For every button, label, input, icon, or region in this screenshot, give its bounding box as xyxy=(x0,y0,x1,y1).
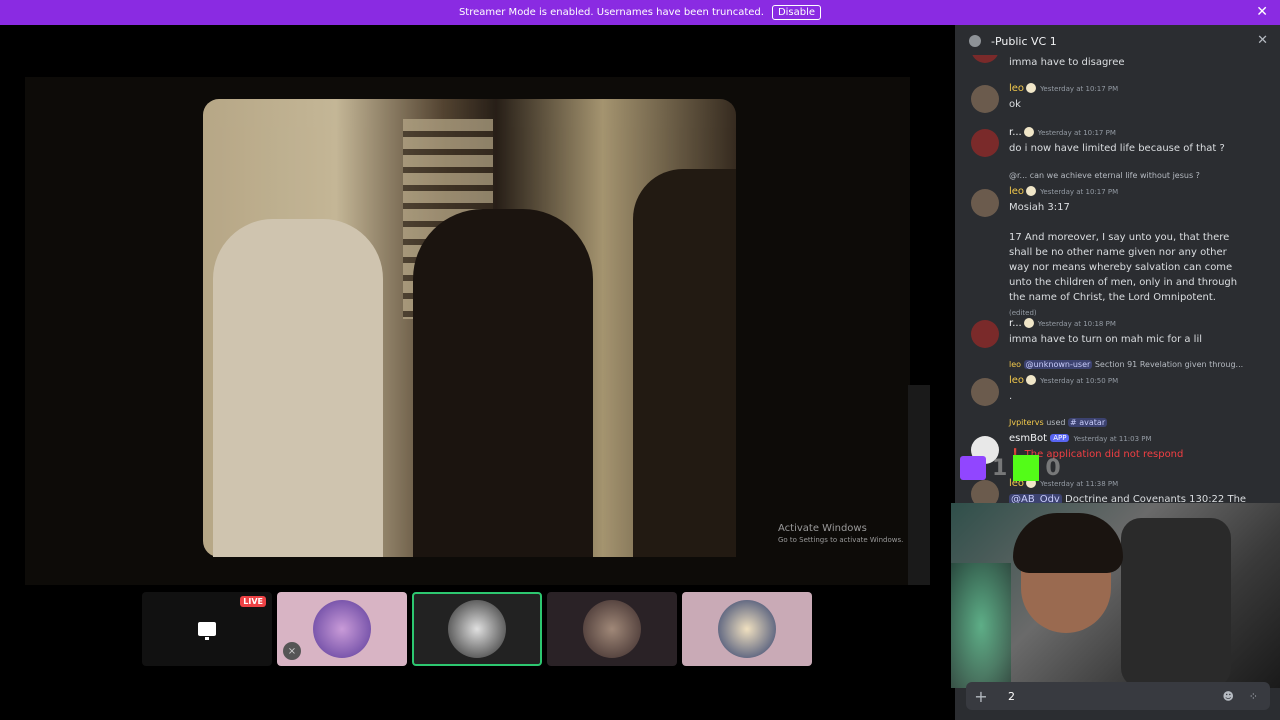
tile-screen-share[interactable]: LIVE xyxy=(142,592,272,666)
stream-overlay: 1 0 xyxy=(960,455,1061,481)
badge-icon xyxy=(1026,83,1037,93)
timestamp: Yesterday at 10:17 PM xyxy=(1040,188,1119,196)
avatar[interactable] xyxy=(971,129,999,157)
timestamp: Yesterday at 10:18 PM xyxy=(1037,320,1116,328)
timestamp: Yesterday at 10:50 PM xyxy=(1040,377,1119,385)
mic-muted-icon: ⨯ xyxy=(283,642,301,660)
message-input-bar[interactable]: + 2 ☻ ⁘ xyxy=(966,682,1270,710)
streamer-mode-banner: Streamer Mode is enabled. Usernames have… xyxy=(0,0,1280,25)
message-text: imma have to turn on mah mic for a lil xyxy=(1009,334,1202,345)
kick-icon xyxy=(1013,455,1040,481)
reply-preview[interactable]: leo @unknown-user Section 91 Revelation … xyxy=(1009,360,1243,369)
username-text[interactable]: leo xyxy=(1009,186,1024,197)
reply-mention[interactable]: @unknown-user xyxy=(1023,360,1093,369)
username[interactable]: leo Yesterday at 10:17 PM xyxy=(1009,83,1118,94)
timestamp: Yesterday at 11:03 PM xyxy=(1073,435,1152,443)
username[interactable]: leo Yesterday at 10:50 PM xyxy=(1009,375,1118,386)
scripture-text: 17 And moreover, I say unto you, that th… xyxy=(1009,232,1238,303)
username[interactable]: esmBot APP Yesterday at 11:03 PM xyxy=(1009,433,1152,444)
username[interactable]: r... Yesterday at 10:18 PM xyxy=(1009,318,1116,329)
reply-text: can we achieve eternal life without jesu… xyxy=(1029,171,1200,180)
avatar[interactable] xyxy=(971,320,999,348)
banner-close-icon[interactable]: ✕ xyxy=(1256,4,1268,20)
participant-tiles: LIVE ⨯ xyxy=(142,592,812,666)
apps-icon[interactable]: ⁘ xyxy=(1249,690,1258,703)
avatar[interactable] xyxy=(971,189,999,217)
reply-username[interactable]: Jvpitervs xyxy=(1009,418,1044,427)
username[interactable]: r... Yesterday at 10:17 PM xyxy=(1009,127,1116,138)
message-text: imma have to disagree xyxy=(1009,57,1125,68)
screen-share-video[interactable] xyxy=(25,77,910,585)
live-badge: LIVE xyxy=(240,596,266,607)
timestamp: Yesterday at 10:17 PM xyxy=(1037,129,1116,137)
led-light xyxy=(951,563,1011,688)
activate-title: Activate Windows xyxy=(778,523,867,534)
timestamp: Yesterday at 10:17 PM xyxy=(1040,85,1119,93)
avatar xyxy=(448,600,506,658)
emoji-icon[interactable]: ☻ xyxy=(1223,690,1234,703)
timestamp: Yesterday at 11:38 PM xyxy=(1040,480,1119,488)
username-text[interactable]: r... xyxy=(1009,127,1022,138)
tile-participant[interactable] xyxy=(682,592,812,666)
chat-header: -Public VC 1 ✕ xyxy=(955,25,1280,57)
avatar[interactable] xyxy=(971,85,999,113)
badge-icon xyxy=(1026,375,1037,385)
twitch-icon xyxy=(960,456,986,480)
username-text[interactable]: r... xyxy=(1009,318,1022,329)
username-text[interactable]: leo xyxy=(1009,375,1024,386)
twitch-count: 1 xyxy=(992,455,1008,481)
app-badge: APP xyxy=(1050,434,1070,442)
badge-icon xyxy=(1023,127,1034,137)
edited-label: (edited) xyxy=(1009,309,1037,317)
avatar xyxy=(313,600,371,658)
activate-windows-watermark: Activate Windows Go to Settings to activ… xyxy=(778,523,903,544)
username-text[interactable]: leo xyxy=(1009,83,1024,94)
film-person xyxy=(633,169,736,557)
channel-title: -Public VC 1 xyxy=(991,34,1057,48)
gaming-chair xyxy=(1121,518,1231,688)
avatar xyxy=(583,600,641,658)
message-text: Mosiah 3:17 xyxy=(1009,202,1070,213)
message-text: . xyxy=(1009,391,1013,402)
monitor-icon xyxy=(198,622,216,640)
kick-count: 0 xyxy=(1045,455,1061,481)
thread-icon xyxy=(969,35,981,47)
webcam-overlay xyxy=(951,503,1280,688)
message-text: do i now have limited life because of th… xyxy=(1009,143,1225,154)
close-chat-icon[interactable]: ✕ xyxy=(1257,33,1268,48)
command-used-label: used xyxy=(1046,418,1066,427)
film-person xyxy=(413,209,593,557)
tile-participant[interactable]: ⨯ xyxy=(277,592,407,666)
username-text[interactable]: esmBot xyxy=(1009,433,1047,444)
film-frame xyxy=(203,99,736,557)
command-name[interactable]: # avatar xyxy=(1068,418,1108,427)
reply-username[interactable]: @r... xyxy=(1009,171,1027,180)
message-text-scripture: 17 And moreover, I say unto you, that th… xyxy=(1009,230,1244,321)
username[interactable]: leo Yesterday at 10:17 PM xyxy=(1009,186,1118,197)
disable-button[interactable]: Disable xyxy=(771,5,822,20)
command-preview[interactable]: Jvpitervs used # avatar xyxy=(1009,418,1108,427)
avatar xyxy=(971,55,999,63)
avatar xyxy=(718,600,776,658)
add-attachment-icon[interactable]: + xyxy=(966,687,996,706)
avatar[interactable] xyxy=(971,378,999,406)
activate-subtitle: Go to Settings to activate Windows. xyxy=(778,536,904,544)
tile-participant-speaking[interactable] xyxy=(412,592,542,666)
reply-text: Section 91 Revelation given throug... xyxy=(1094,360,1244,369)
message-text: ok xyxy=(1009,99,1021,110)
message-list: imma have to disagree leo Yesterday at 10… xyxy=(955,55,1280,515)
badge-icon xyxy=(1026,186,1037,196)
stage-scrollbar[interactable] xyxy=(908,385,930,585)
banner-text: Streamer Mode is enabled. Usernames have… xyxy=(458,7,764,18)
streamer-hair xyxy=(1013,513,1123,573)
video-stage: Activate Windows Go to Settings to activ… xyxy=(0,25,955,720)
reply-preview[interactable]: @r... can we achieve eternal life withou… xyxy=(1009,171,1200,180)
message-input[interactable]: 2 xyxy=(1008,690,1015,703)
film-person xyxy=(213,219,383,557)
badge-icon xyxy=(1023,318,1034,328)
reply-username[interactable]: leo xyxy=(1009,360,1021,369)
tile-participant[interactable] xyxy=(547,592,677,666)
